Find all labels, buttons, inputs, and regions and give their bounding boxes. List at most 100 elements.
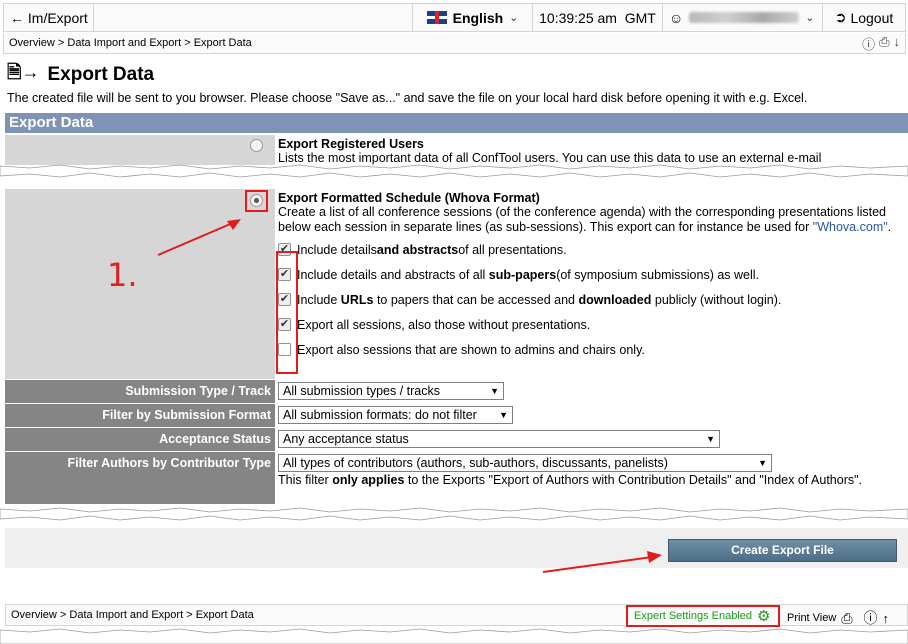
option-whova-export: Export Formatted Schedule (Whova Format)… xyxy=(5,189,908,379)
filter-contributor-type: Filter Authors by Contributor Type All t… xyxy=(5,452,908,504)
filter-submission-type: Submission Type / Track All submission t… xyxy=(5,380,908,403)
cb-text: (of symposium submissions) as well. xyxy=(556,267,760,282)
language-label: English xyxy=(452,9,504,26)
arrow-down-icon[interactable]: ↓ xyxy=(894,34,901,53)
breadcrumb-separator: > xyxy=(184,37,191,49)
torn-edge-divider xyxy=(0,164,908,178)
cb-bold: and abstracts xyxy=(376,242,459,257)
highlight-box xyxy=(245,190,268,212)
dropdown-arrow-icon: ▼ xyxy=(758,458,767,468)
breadcrumb-current: Export Data xyxy=(195,609,254,621)
export-file-icon: 🗎→ xyxy=(7,62,40,82)
language-selector[interactable]: English ⌄ xyxy=(413,4,533,31)
cb-text: Include details xyxy=(297,242,377,257)
option-left-cell xyxy=(5,135,275,165)
breadcrumb-overview[interactable]: Overview xyxy=(11,609,57,621)
note-text: This filter xyxy=(278,473,333,487)
print-icon: ⎙ xyxy=(841,609,853,626)
print-icon[interactable]: ⎙ xyxy=(879,34,889,53)
print-view-link[interactable]: Print View ⎙ ⓘ ↑ xyxy=(787,608,889,628)
cb-text: of all presentations. xyxy=(458,242,567,257)
annotation-arrow xyxy=(157,219,241,256)
top-toolbar: ← Im/Export English ⌄ 10:39:25 am GMT ☺ … xyxy=(3,3,906,32)
dropdown-arrow-icon: ▼ xyxy=(499,410,508,420)
toolbar-spacer xyxy=(94,4,413,31)
checkbox-urls[interactable]: ✔ Include URLs to papers that can be acc… xyxy=(278,287,908,312)
contributor-type-select[interactable]: All types of contributors (authors, sub-… xyxy=(278,454,772,472)
gears-icon: ⚙ xyxy=(757,608,771,625)
breadcrumb-separator: > xyxy=(57,37,65,49)
torn-edge-divider xyxy=(0,507,908,521)
time-label: 10:39:25 am xyxy=(539,9,617,26)
select-value: All submission types / tracks xyxy=(283,384,440,398)
user-icon: ☺ xyxy=(669,9,684,26)
dropdown-arrow-icon: ▼ xyxy=(706,434,715,444)
filter-submission-format: Filter by Submission Format All submissi… xyxy=(5,404,908,427)
breadcrumb-overview[interactable]: Overview xyxy=(9,37,55,49)
cb-bold: downloaded xyxy=(578,292,652,307)
expert-settings-toggle[interactable]: Expert Settings Enabled ⚙ xyxy=(626,605,780,627)
expert-label: Expert Settings Enabled xyxy=(634,610,753,622)
intro-text: The created file will be sent to you bro… xyxy=(7,91,808,105)
breadcrumb-import-export[interactable]: Data Import and Export xyxy=(69,609,183,621)
chevron-down-icon: ⌄ xyxy=(805,12,815,24)
annotation-arrow xyxy=(542,551,662,573)
uk-flag-icon xyxy=(426,11,447,24)
checkbox-all-sessions[interactable]: ✔ Export all sessions, also those withou… xyxy=(278,312,908,337)
timezone-label: GMT xyxy=(624,9,656,26)
option-registered-users: Export Registered Users Lists the most i… xyxy=(5,135,908,165)
dropdown-arrow-icon: ▼ xyxy=(490,386,499,396)
logout-icon: ➲ xyxy=(834,9,847,25)
select-value: All submission formats: do not filter xyxy=(283,408,477,422)
whova-link[interactable]: "Whova.com" xyxy=(813,220,888,234)
breadcrumb: Overview > Data Import and Export > Expo… xyxy=(3,33,906,54)
arrow-left-icon: ← xyxy=(10,9,24,26)
filter-label: Submission Type / Track xyxy=(5,380,275,403)
cb-text: Include xyxy=(297,292,338,307)
breadcrumb-current: Export Data xyxy=(193,37,252,49)
submission-format-select[interactable]: All submission formats: do not filter ▼ xyxy=(278,406,513,424)
select-value: Any acceptance status xyxy=(283,432,409,446)
filter-acceptance-status: Acceptance Status Any acceptance status ▼ xyxy=(5,428,908,451)
cb-text: publicly (without login). xyxy=(654,292,782,307)
submission-type-select[interactable]: All submission types / tracks ▼ xyxy=(278,382,504,400)
highlight-box xyxy=(276,251,298,374)
radio-registered-users[interactable] xyxy=(250,139,263,152)
filter-label: Acceptance Status xyxy=(5,428,275,451)
breadcrumb-separator: > xyxy=(186,609,193,621)
breadcrumb-separator: > xyxy=(59,609,67,621)
option-description-text: Create a list of all conference sessions… xyxy=(278,205,886,234)
cb-text: to papers that can be accessed and xyxy=(376,292,575,307)
note-text: to the Exports "Export of Authors with C… xyxy=(404,473,863,487)
checkbox-abstracts[interactable]: ✔ Include details and abstracts of all p… xyxy=(278,237,908,262)
option-title: Export Registered Users xyxy=(278,137,424,151)
section-header: Export Data xyxy=(5,113,908,133)
breadcrumb-import-export[interactable]: Data Import and Export xyxy=(67,37,181,49)
torn-edge-divider xyxy=(0,628,908,644)
option-description: Create a list of all conference sessions… xyxy=(278,205,898,235)
filter-label: Filter Authors by Contributor Type xyxy=(5,452,275,504)
cb-bold: sub-papers xyxy=(488,267,557,282)
cb-text: Export all sessions, also those without … xyxy=(297,317,591,332)
checkbox-subpapers[interactable]: ✔ Include details and abstracts of all s… xyxy=(278,262,908,287)
page-title-text: Export Data xyxy=(47,64,155,85)
help-icon[interactable]: ⓘ xyxy=(864,608,878,628)
chevron-down-icon: ⌄ xyxy=(509,12,519,24)
username-redacted xyxy=(689,12,800,23)
create-export-file-button[interactable]: Create Export File xyxy=(668,539,897,562)
cb-text: Export also sessions that are shown to a… xyxy=(297,342,645,357)
checkbox-admin-sessions[interactable]: Export also sessions that are shown to a… xyxy=(278,337,908,362)
select-value: All types of contributors (authors, sub-… xyxy=(283,456,668,470)
back-label: Im/Export xyxy=(27,9,88,26)
checkbox-list: ✔ Include details and abstracts of all p… xyxy=(278,237,908,362)
link-suffix: . xyxy=(887,220,892,234)
help-icon[interactable]: ⓘ xyxy=(862,34,875,53)
back-button[interactable]: ← Im/Export xyxy=(4,4,94,31)
acceptance-status-select[interactable]: Any acceptance status ▼ xyxy=(278,430,720,448)
server-time: 10:39:25 am GMT xyxy=(533,4,663,31)
user-menu[interactable]: ☺ ⌄ xyxy=(663,4,823,31)
cb-text: Include details and abstracts of all xyxy=(297,267,486,282)
arrow-up-icon[interactable]: ↑ xyxy=(883,611,890,626)
page-title: 🗎→ Export Data xyxy=(7,60,154,90)
logout-button[interactable]: ➲ Logout xyxy=(823,4,905,31)
